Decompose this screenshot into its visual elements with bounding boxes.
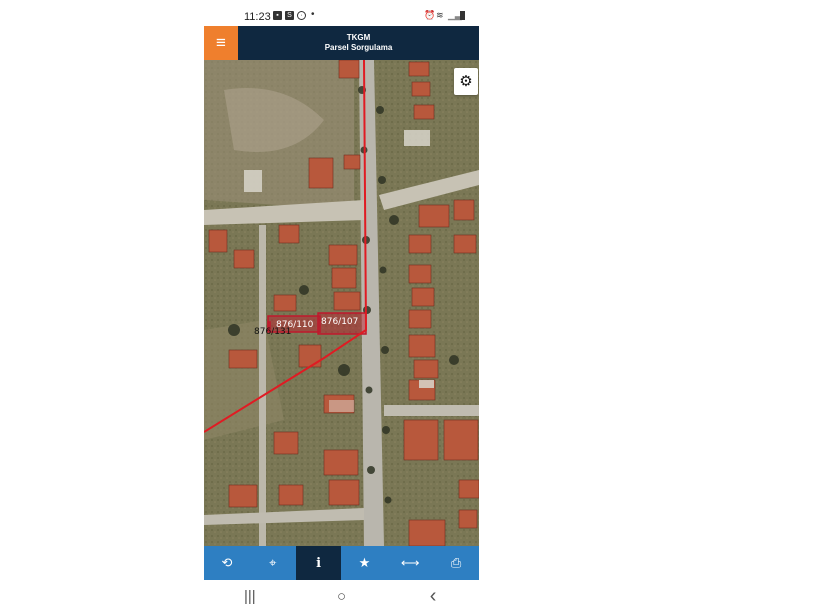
info-icon: i	[316, 555, 322, 571]
locate-button[interactable]: ⌖	[250, 546, 296, 580]
app-title-block: TKGM Parsel Sorgulama	[238, 33, 479, 53]
map-settings-button[interactable]: ⚙	[454, 68, 478, 95]
measure-button[interactable]: ⟷	[387, 546, 433, 580]
favorites-button[interactable]: ★	[341, 546, 387, 580]
measure-icon: ⟷	[400, 555, 420, 570]
star-icon: ★	[358, 555, 371, 570]
android-nav-bar: ||| ○ ‹	[204, 580, 479, 612]
status-bar: 11:23 ▪ S · • ⏰ ≋ ▁▃	[204, 0, 479, 26]
bottom-toolbar: ⟲ ⌖ i ★ ⟷ ⎙	[204, 546, 479, 580]
refresh-icon: ⟲	[221, 555, 233, 570]
alarm-icon: ⏰	[424, 10, 436, 20]
gear-icon: ⚙	[459, 73, 473, 90]
app-title: TKGM	[346, 33, 371, 42]
app-header: ≡ TKGM Parsel Sorgulama	[204, 26, 479, 60]
phone-screen: 11:23 ▪ S · • ⏰ ≋ ▁▃ ≡ TKGM Parsel Sorgu…	[204, 0, 479, 612]
print-icon: ⎙	[450, 555, 462, 570]
recents-button[interactable]: |||	[225, 588, 275, 605]
wifi-icon: ≋	[436, 10, 444, 20]
refresh-button[interactable]: ⟲	[204, 546, 250, 580]
app-subtitle: Parsel Sorgulama	[324, 43, 393, 52]
print-button[interactable]: ⎙	[433, 546, 479, 580]
crosshair-icon: ⌖	[269, 555, 277, 570]
battery-icon	[460, 11, 465, 20]
parcel-label-876-107[interactable]: 876/107	[321, 317, 358, 327]
whatsapp-icon: ·	[297, 11, 306, 20]
satellite-map[interactable]: 876/110 876/107 876/131	[204, 60, 479, 546]
home-button[interactable]: ○	[316, 588, 366, 605]
image-icon: ▪	[273, 11, 282, 20]
info-button[interactable]: i	[295, 546, 342, 580]
parcel-label-876-131[interactable]: 876/131	[254, 327, 291, 337]
dot-icon: •	[311, 9, 315, 20]
s-app-icon: S	[285, 11, 294, 20]
map-canvas[interactable]: 876/110 876/107 876/131	[204, 60, 479, 546]
status-time: 11:23	[244, 11, 271, 23]
hamburger-menu-icon: ≡	[216, 33, 226, 52]
back-button[interactable]: ‹	[408, 585, 458, 608]
menu-button[interactable]: ≡	[204, 26, 238, 60]
